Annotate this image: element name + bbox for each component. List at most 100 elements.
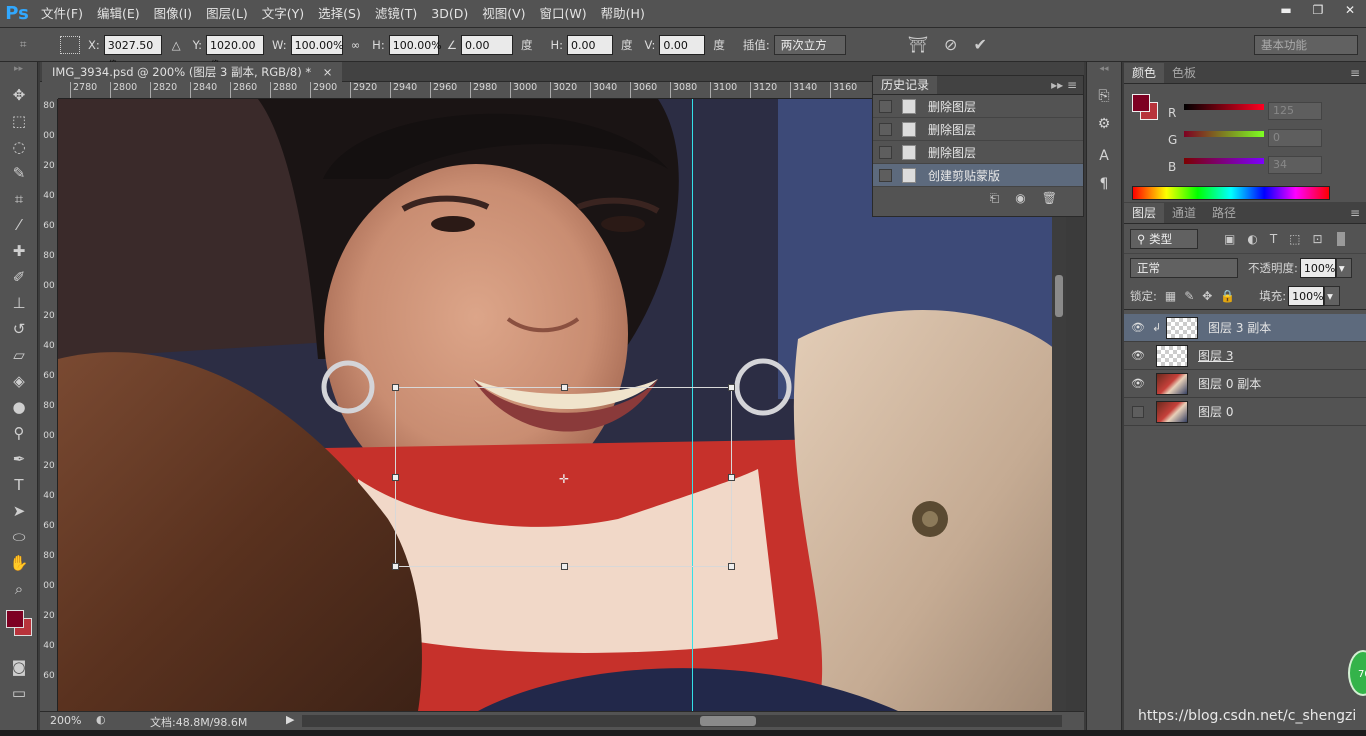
- x-field[interactable]: 3027.50 像: [103, 34, 162, 72]
- filter-type-icon[interactable]: T: [1270, 232, 1277, 246]
- marquee-tool-icon[interactable]: ⬚: [0, 108, 38, 134]
- width-field[interactable]: 100.00%: [290, 34, 344, 55]
- menu-item[interactable]: 选择(S): [311, 0, 368, 28]
- filter-pixel-icon[interactable]: ▣: [1224, 232, 1235, 246]
- transform-handle[interactable]: [728, 384, 735, 391]
- b-slider[interactable]: [1184, 158, 1264, 164]
- transform-handle[interactable]: [561, 384, 568, 391]
- color-fg-swatch[interactable]: [1132, 94, 1150, 112]
- warp-icon[interactable]: ⛩: [908, 35, 928, 54]
- layer-name[interactable]: 图层 0: [1198, 403, 1233, 420]
- history-item[interactable]: 删除图层: [873, 141, 1083, 164]
- status-menu-arrow-icon[interactable]: ▶: [286, 713, 294, 726]
- tab-history[interactable]: 历史记录: [873, 76, 938, 94]
- reference-point-icon[interactable]: [60, 35, 80, 54]
- menu-item[interactable]: 3D(D): [424, 0, 475, 28]
- zoom-tool-icon[interactable]: ⌕: [0, 576, 38, 602]
- history-checkbox[interactable]: [879, 99, 892, 113]
- lock-all-icon[interactable]: 🔒: [1220, 289, 1235, 303]
- r-slider[interactable]: [1184, 104, 1264, 110]
- dodge-tool-icon[interactable]: ⚲: [0, 420, 38, 446]
- restore-button[interactable]: ❐: [1302, 0, 1334, 20]
- lock-pixels-icon[interactable]: ✎: [1184, 289, 1194, 303]
- angle-field[interactable]: 0.00: [461, 34, 514, 55]
- fill-dropdown-icon[interactable]: ▾: [1324, 285, 1341, 306]
- status-icon[interactable]: ◐: [96, 713, 106, 726]
- transform-handle[interactable]: [561, 563, 568, 570]
- transform-center-icon[interactable]: ✛: [559, 472, 569, 486]
- vertical-scroll-thumb[interactable]: [1055, 275, 1063, 317]
- transform-tool-icon[interactable]: ⌗: [20, 37, 40, 52]
- character-panel-icon[interactable]: A: [1087, 142, 1121, 170]
- lock-transparent-icon[interactable]: ▦: [1165, 289, 1176, 303]
- path-select-icon[interactable]: ➤: [0, 498, 38, 524]
- workspace-select[interactable]: 基本功能: [1254, 35, 1358, 55]
- filter-smart-icon[interactable]: ⊡: [1313, 232, 1323, 246]
- horizontal-scroll-thumb[interactable]: [700, 716, 756, 726]
- opacity-dropdown-icon[interactable]: ▾: [1335, 258, 1352, 278]
- commit-transform-icon[interactable]: ✔: [973, 35, 986, 54]
- menu-item[interactable]: 图像(I): [147, 0, 199, 28]
- history-item[interactable]: 删除图层: [873, 118, 1083, 141]
- layer-row[interactable]: 👁 图层 0 副本: [1124, 370, 1366, 398]
- new-document-from-state-icon[interactable]: ⎗: [990, 191, 1000, 206]
- quick-select-tool-icon[interactable]: ✎: [0, 160, 38, 186]
- g-value-field[interactable]: 0: [1268, 129, 1322, 147]
- tools-collapse-icon[interactable]: ▸▸: [0, 62, 37, 82]
- transform-handle[interactable]: [728, 563, 735, 570]
- transform-bounding-box[interactable]: ✛: [392, 384, 735, 570]
- move-tool-icon[interactable]: ✥: [0, 82, 38, 108]
- blend-mode-select[interactable]: 正常: [1130, 258, 1238, 278]
- relative-position-icon[interactable]: △: [172, 38, 181, 52]
- type-tool-icon[interactable]: T: [0, 472, 38, 498]
- history-panel-icon[interactable]: ⎘: [1087, 82, 1121, 110]
- snapshot-icon[interactable]: ◉: [1015, 191, 1025, 205]
- filter-adjust-icon[interactable]: ◐: [1247, 232, 1257, 246]
- menu-item[interactable]: 窗口(W): [533, 0, 594, 28]
- hskew-field[interactable]: 0.00: [567, 34, 614, 55]
- r-value-field[interactable]: 125: [1268, 102, 1322, 120]
- menu-item[interactable]: 帮助(H): [594, 0, 652, 28]
- transform-handle[interactable]: [392, 563, 399, 570]
- history-checkbox[interactable]: [879, 168, 892, 182]
- layer-visibility-icon[interactable]: [1132, 405, 1144, 418]
- screen-mode-icon[interactable]: ▭: [0, 680, 38, 706]
- vskew-field[interactable]: 0.00: [659, 34, 706, 55]
- blur-tool-icon[interactable]: ●: [0, 394, 38, 420]
- interpolation-select[interactable]: 两次立方: [773, 34, 846, 55]
- menu-item[interactable]: 视图(V): [475, 0, 532, 28]
- g-slider[interactable]: [1184, 131, 1264, 137]
- history-panel-menu-icon[interactable]: ▸▸ ≡: [1043, 76, 1083, 94]
- horizontal-scrollbar[interactable]: [302, 715, 1062, 727]
- tab-color[interactable]: 颜色: [1124, 63, 1165, 83]
- fill-field[interactable]: 100%: [1288, 285, 1325, 306]
- layers-panel-menu-icon[interactable]: ≡: [1350, 203, 1366, 223]
- stamp-tool-icon[interactable]: ⊥: [0, 290, 38, 316]
- layer-name[interactable]: 图层 3: [1198, 347, 1233, 364]
- transform-handle[interactable]: [728, 474, 735, 481]
- eraser-tool-icon[interactable]: ▱: [0, 342, 38, 368]
- close-document-icon[interactable]: ×: [323, 65, 333, 79]
- transform-handle[interactable]: [392, 474, 399, 481]
- tab-channels[interactable]: 通道: [1164, 203, 1204, 223]
- b-value-field[interactable]: 34: [1268, 156, 1322, 174]
- link-icon[interactable]: ∞: [351, 38, 361, 52]
- layer-name[interactable]: 图层 0 副本: [1198, 375, 1261, 392]
- menu-item[interactable]: 编辑(E): [90, 0, 147, 28]
- layer-row[interactable]: 图层 0: [1124, 398, 1366, 426]
- layer-visibility-icon[interactable]: 👁: [1124, 321, 1152, 334]
- menu-item[interactable]: 文件(F): [34, 0, 90, 28]
- tab-swatches[interactable]: 色板: [1164, 63, 1204, 83]
- height-field[interactable]: 100.00%: [388, 34, 442, 55]
- shape-tool-icon[interactable]: ⬭: [0, 524, 38, 550]
- hand-tool-icon[interactable]: ✋: [0, 550, 38, 576]
- eyedropper-tool-icon[interactable]: ⁄: [0, 212, 38, 238]
- quick-mask-icon[interactable]: ◙: [0, 654, 38, 680]
- zoom-level[interactable]: 200%: [50, 714, 81, 727]
- filter-toggle[interactable]: [1336, 231, 1345, 246]
- history-item[interactable]: 删除图层: [873, 95, 1083, 118]
- vertical-ruler[interactable]: 80 00 20 40 60 80 00 20 40 60 80 00 20 40 60 80 00 20 40 60: [40, 99, 58, 711]
- filter-shape-icon[interactable]: ⬚: [1289, 232, 1300, 246]
- layer-filter-select[interactable]: ⚲ 类型: [1130, 228, 1198, 249]
- healing-tool-icon[interactable]: ✚: [0, 238, 38, 264]
